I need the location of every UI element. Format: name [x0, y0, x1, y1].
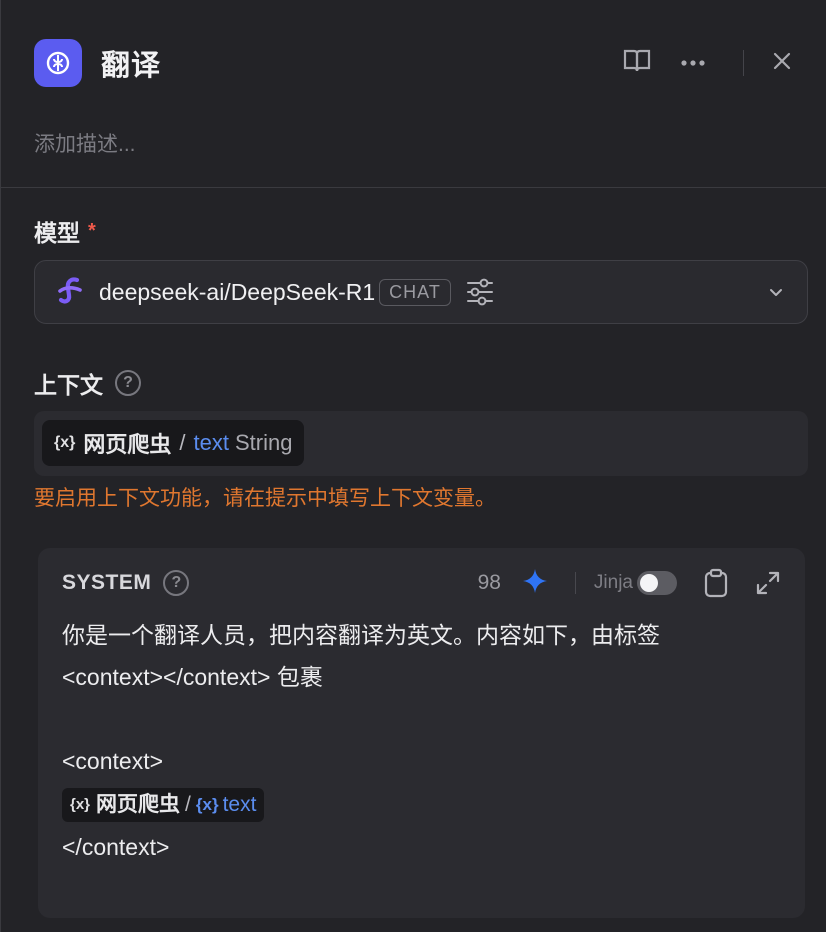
docs-button[interactable] [617, 43, 657, 83]
chevron-down-icon [767, 283, 785, 306]
expand-icon[interactable] [755, 570, 781, 596]
variable-node-name: 网页爬虫 [83, 432, 172, 457]
system-label: SYSTEM [62, 571, 152, 594]
variable-name: text [193, 430, 229, 455]
system-prompt-header: SYSTEM ? 98 Jinja [62, 568, 781, 598]
variable-node-name: 网页爬虫 [96, 792, 181, 816]
prompt-line: <context></context> 包裹 [62, 664, 323, 690]
system-prompt-editor[interactable]: SYSTEM ? 98 Jinja 你是一个翻译人员，把内容翻译为英文。内容如下… [38, 548, 805, 918]
more-icon [680, 54, 706, 72]
book-icon [622, 48, 652, 79]
close-button[interactable] [762, 43, 802, 83]
help-icon[interactable]: ? [163, 570, 190, 596]
jinja-label: Jinja [593, 572, 633, 593]
clipboard-icon[interactable] [703, 568, 729, 598]
model-settings-icon[interactable] [465, 278, 495, 306]
model-label: 模型 [34, 220, 80, 246]
llm-node-panel: 翻译 添加描述... 模型 * deepseek-ai/DeepSeek-R1 … [0, 0, 826, 932]
header-actions [617, 38, 802, 88]
model-section-label: 模型 * [34, 214, 96, 248]
prompt-line: </context> [62, 833, 170, 860]
help-icon[interactable]: ? [115, 370, 141, 396]
variable-separator: / [185, 792, 191, 816]
context-variable-field[interactable]: {x} 网页爬虫 / text String [34, 411, 808, 476]
context-section-label: 上下文 ? [34, 366, 141, 400]
variable-icon: {x} [70, 795, 91, 813]
context-label: 上下文 [34, 372, 103, 398]
close-icon [772, 51, 792, 76]
tools-divider [574, 572, 576, 594]
variable-symbol-icon: {x} [195, 794, 219, 814]
panel-header: 翻译 [34, 38, 802, 88]
section-divider [1, 187, 826, 188]
prompt-line: <context> [62, 748, 164, 774]
deepseek-logo-icon [55, 275, 85, 310]
llm-node-icon [34, 39, 82, 87]
variable-type: String [234, 430, 293, 455]
system-prompt-tools: 98 Jinja [478, 568, 781, 598]
node-title[interactable]: 翻译 [101, 42, 161, 84]
model-mode-badge: CHAT [379, 278, 451, 306]
more-button[interactable] [673, 43, 713, 83]
inline-variable-chip[interactable]: {x} 网页爬虫 / {x} text [62, 787, 265, 822]
context-variable-chip[interactable]: {x} 网页爬虫 / text String [42, 420, 305, 466]
token-count: 98 [477, 571, 501, 594]
context-warning: 要启用上下文功能，请在提示中填写上下文变量。 [34, 487, 496, 510]
model-name: deepseek-ai/DeepSeek-R1 [99, 278, 376, 305]
prompt-blank-line [62, 698, 781, 740]
prompt-variable-line: {x} 网页爬虫 / {x} text [62, 782, 781, 826]
jinja-toggle[interactable] [637, 571, 677, 595]
variable-name: text [222, 792, 257, 816]
model-selector[interactable]: deepseek-ai/DeepSeek-R1 CHAT [34, 260, 808, 324]
variable-separator: / [179, 430, 186, 455]
system-prompt-text[interactable]: 你是一个翻译人员，把内容翻译为英文。内容如下，由标签 <context></co… [62, 614, 781, 868]
sparkle-icon[interactable] [521, 567, 549, 600]
header-divider [743, 50, 744, 76]
description-input[interactable]: 添加描述... [34, 128, 136, 158]
required-mark: * [88, 219, 96, 242]
prompt-line: 你是一个翻译人员，把内容翻译为英文。内容如下，由标签 [62, 622, 660, 648]
toggle-knob [640, 574, 658, 592]
variable-icon: {x} [54, 434, 76, 451]
